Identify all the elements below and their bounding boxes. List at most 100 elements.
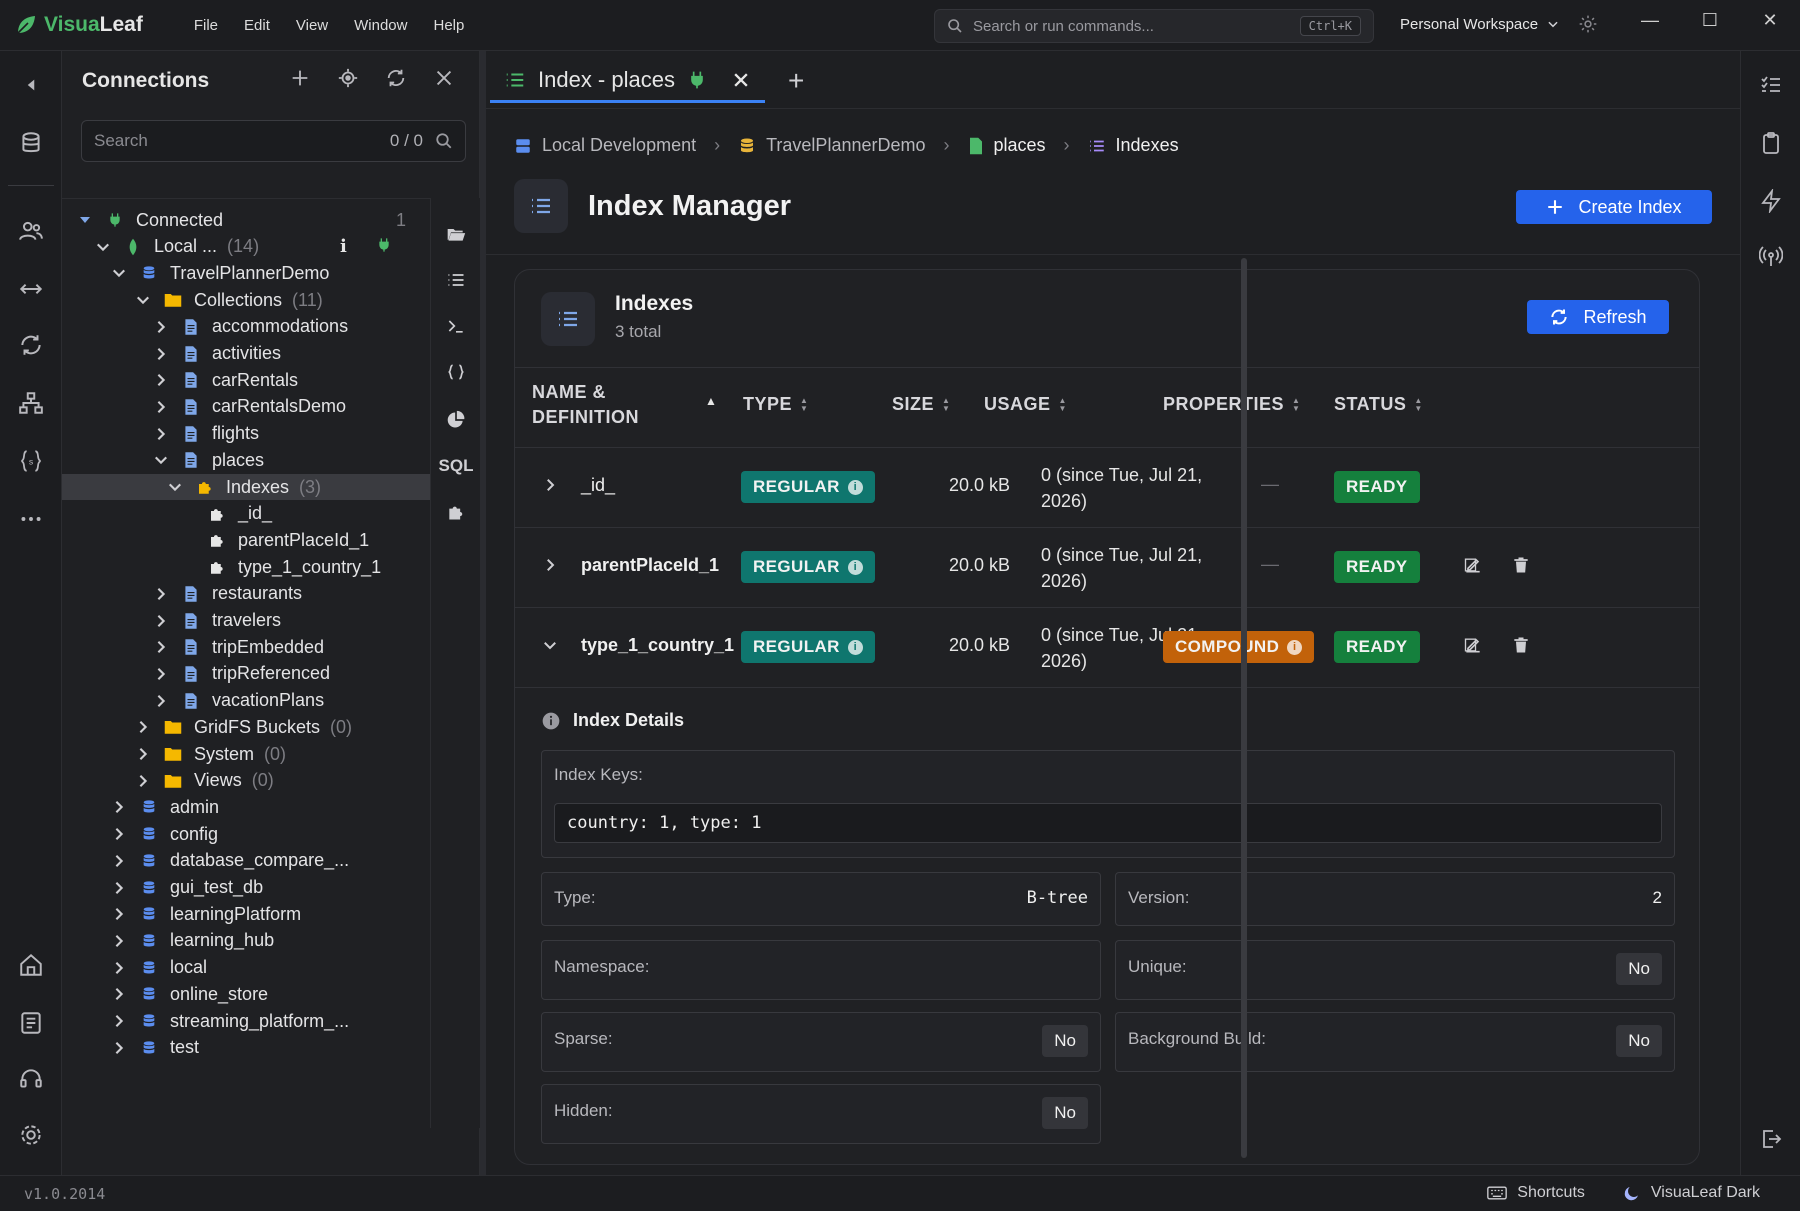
chevron-right-icon[interactable]	[541, 476, 559, 494]
gear-icon[interactable]	[1578, 14, 1598, 34]
chevron-right-icon[interactable]	[541, 556, 559, 574]
table-row[interactable]: type_1_country_1 REGULAR i 20.0 kB 0 (sin…	[515, 608, 1699, 688]
chevron-right-icon[interactable]	[154, 587, 168, 601]
chevron-down-icon[interactable]	[154, 454, 168, 466]
shortcuts-button[interactable]: Shortcuts	[1487, 1184, 1585, 1202]
checklist-icon[interactable]	[1741, 65, 1800, 105]
tree-collection-travelers[interactable]: travelers	[62, 608, 430, 634]
terminal-icon[interactable]	[431, 308, 481, 344]
chevron-right-icon[interactable]	[154, 614, 168, 628]
tree-collection-vacationPlans[interactable]: vacationPlans	[62, 688, 430, 714]
chevron-right-icon[interactable]	[112, 907, 126, 921]
tree-connection-local[interactable]: Local ... (14) i	[62, 234, 430, 260]
delete-icon[interactable]	[1511, 635, 1531, 655]
connections-search-input[interactable]: Search 0 / 0	[81, 120, 466, 162]
workspace-selector[interactable]: Personal Workspace	[1400, 14, 1598, 34]
tree-collection-carRentals[interactable]: carRentals	[62, 367, 430, 393]
menu-view[interactable]: View	[283, 17, 341, 34]
tree-collection-tripEmbedded[interactable]: tripEmbedded	[62, 634, 430, 660]
plugin-icon[interactable]	[431, 494, 481, 530]
breadcrumb-collection[interactable]: places	[968, 135, 1046, 156]
search-icon[interactable]	[435, 132, 453, 150]
more-icon[interactable]	[0, 499, 62, 539]
chevron-right-icon[interactable]	[112, 1041, 126, 1055]
close-icon[interactable]	[433, 67, 455, 89]
tree-database[interactable]: learning_hub	[62, 928, 430, 954]
chevron-down-icon[interactable]	[541, 636, 559, 654]
chevron-right-icon[interactable]	[112, 854, 126, 868]
edit-icon[interactable]	[1463, 635, 1483, 655]
settings-icon[interactable]	[0, 1115, 62, 1155]
caret-down-icon[interactable]	[78, 215, 92, 225]
tree-database[interactable]: local	[62, 955, 430, 981]
compound-badge[interactable]: COMPOUND i	[1163, 631, 1315, 663]
tree-index-item[interactable]: parentPlaceId_1	[62, 527, 430, 553]
menu-file[interactable]: File	[181, 17, 231, 34]
add-icon[interactable]	[289, 67, 311, 89]
main-scrollbar[interactable]	[1241, 258, 1247, 1158]
broadcast-icon[interactable]	[1741, 237, 1800, 277]
info-icon[interactable]: i	[340, 236, 347, 257]
home-icon[interactable]	[0, 945, 62, 985]
chevron-down-icon[interactable]	[136, 294, 150, 306]
close-window-icon[interactable]: ✕	[1740, 0, 1800, 40]
type-badge[interactable]: REGULAR i	[741, 631, 875, 663]
chevron-right-icon[interactable]	[154, 400, 168, 414]
chevron-right-icon[interactable]	[154, 667, 168, 681]
chevron-right-icon[interactable]	[136, 720, 150, 734]
tree-collection-restaurants[interactable]: restaurants	[62, 581, 430, 607]
chevron-right-icon[interactable]	[112, 961, 126, 975]
tree-index-item[interactable]: type_1_country_1	[62, 554, 430, 580]
chevron-right-icon[interactable]	[112, 827, 126, 841]
json-icon[interactable]: s	[0, 441, 62, 481]
braces-icon[interactable]	[431, 354, 481, 390]
sort-ascending-icon[interactable]: ▲	[705, 394, 717, 408]
new-tab-button[interactable]: +	[788, 65, 804, 97]
chevron-right-icon[interactable]	[154, 427, 168, 441]
chevron-right-icon[interactable]	[154, 373, 168, 387]
notes-icon[interactable]	[0, 1003, 62, 1043]
close-tab-icon[interactable]	[731, 70, 751, 90]
column-type[interactable]: TYPE ▲ ▼	[743, 392, 808, 417]
chevron-down-icon[interactable]	[112, 267, 126, 279]
tree-folder[interactable]: Views (0)	[62, 768, 430, 794]
plug-icon[interactable]	[376, 236, 392, 259]
chevron-right-icon[interactable]	[112, 987, 126, 1001]
tree-collection-accommodations[interactable]: accommodations	[62, 314, 430, 340]
tree-database[interactable]: streaming_platform_...	[62, 1008, 430, 1034]
table-row[interactable]: parentPlaceId_1 REGULAR i 20.0 kB 0 (sinc…	[515, 528, 1699, 608]
menu-help[interactable]: Help	[420, 17, 477, 34]
column-status[interactable]: STATUS ▲ ▼	[1334, 392, 1423, 417]
database-icon[interactable]	[0, 123, 62, 163]
tree-folder[interactable]: GridFS Buckets (0)	[62, 714, 430, 740]
tree-indexes-folder[interactable]: Indexes (3)	[62, 474, 430, 500]
column-properties[interactable]: PROPERTIES ▲ ▼	[1163, 392, 1300, 417]
column-name[interactable]: NAME & DEFINITION	[532, 380, 639, 430]
breadcrumb-connection[interactable]: Local Development	[514, 135, 696, 156]
column-size[interactable]: SIZE ▲ ▼	[892, 392, 950, 417]
chevron-right-icon[interactable]	[136, 747, 150, 761]
sync-icon[interactable]	[0, 325, 62, 365]
tree-database[interactable]: database_compare_...	[62, 848, 430, 874]
folder-open-icon[interactable]	[431, 216, 481, 252]
lightning-icon[interactable]	[1741, 181, 1800, 221]
chevron-down-icon[interactable]	[168, 481, 182, 493]
chevron-right-icon[interactable]	[154, 640, 168, 654]
chevron-right-icon[interactable]	[154, 320, 168, 334]
tree-collection-carRentalsDemo[interactable]: carRentalsDemo	[62, 394, 430, 420]
menu-window[interactable]: Window	[341, 17, 420, 34]
table-row[interactable]: _id_ REGULAR i 20.0 kB 0 (since Tue, Jul …	[515, 448, 1699, 528]
locate-icon[interactable]	[337, 67, 359, 89]
tree-database[interactable]: online_store	[62, 981, 430, 1007]
chevron-down-icon[interactable]	[96, 241, 110, 253]
tree-collections-folder[interactable]: Collections (11)	[62, 287, 430, 313]
tree-collection-places[interactable]: places	[62, 447, 430, 473]
tree-database[interactable]: gui_test_db	[62, 875, 430, 901]
tab-index-places[interactable]: Index - places	[490, 59, 765, 103]
edit-icon[interactable]	[1463, 555, 1483, 575]
tree-database[interactable]: learningPlatform	[62, 901, 430, 927]
chevron-right-icon[interactable]	[112, 800, 126, 814]
chevron-right-icon[interactable]	[136, 774, 150, 788]
column-usage[interactable]: USAGE ▲ ▼	[984, 392, 1067, 417]
tree-collection-flights[interactable]: flights	[62, 421, 430, 447]
